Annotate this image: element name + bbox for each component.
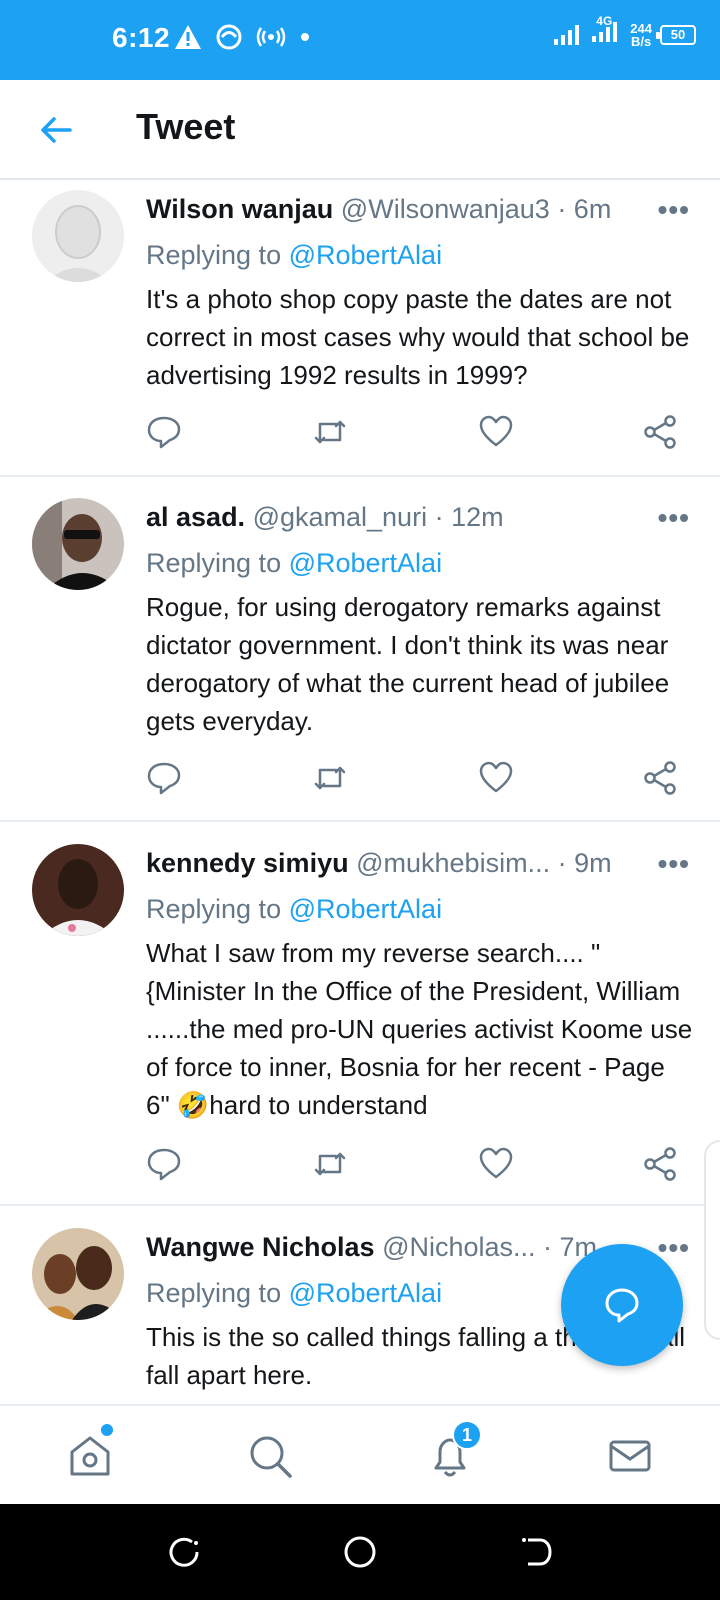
share-icon[interactable] [642, 1146, 678, 1182]
avatar[interactable] [32, 1228, 124, 1320]
compose-reply-icon [605, 1288, 639, 1323]
replying-to-label: Replying to [146, 1278, 289, 1308]
tweet-header: Wilson wanjau @Wilsonwanjau3 · 6m [146, 194, 700, 230]
tweet-header: al asad. @gkamal_nuri · 12m [146, 502, 700, 538]
more-options-icon[interactable]: ••• [658, 848, 690, 880]
mail-icon[interactable] [606, 1432, 654, 1480]
retweet-icon[interactable] [312, 1146, 348, 1182]
status-time: 6:12 [112, 22, 171, 53]
battery-level: 50 [670, 27, 686, 42]
tweet-time: · 9m [557, 848, 612, 878]
user-handle[interactable]: @mukhebisim... [356, 848, 550, 878]
page-title: Tweet [136, 106, 236, 147]
system-nav-bar [0, 1504, 720, 1600]
bottom-nav: 1 [0, 1404, 720, 1504]
app-notification-icon [216, 24, 242, 50]
tweet-reply[interactable]: kennedy simiyu @mukhebisim... · 9m ••• R… [0, 836, 720, 1206]
network-speed-value: 244 [630, 20, 652, 36]
reply-icon[interactable] [146, 414, 182, 450]
mention-link[interactable]: @RobertAlai [289, 548, 442, 578]
heart-icon[interactable] [478, 414, 514, 450]
display-name[interactable]: Wilson wanjau [146, 194, 333, 224]
hotspot-icon [256, 27, 286, 47]
heart-icon[interactable] [478, 1146, 514, 1182]
tweet-text: Rogue, for using derogatory remarks agai… [146, 592, 670, 736]
tweet-actions [146, 414, 686, 454]
display-name[interactable]: Wangwe Nicholas [146, 1232, 375, 1262]
avatar[interactable] [32, 844, 124, 936]
replying-to-label: Replying to [146, 548, 289, 578]
compose-reply-button[interactable] [561, 1244, 683, 1366]
tweet-actions [146, 760, 686, 800]
tweet-actions [146, 1146, 686, 1186]
more-options-icon[interactable]: ••• [658, 194, 690, 226]
network-speed-unit: B/s [631, 33, 652, 49]
share-icon[interactable] [642, 414, 678, 450]
reply-icon[interactable] [146, 760, 182, 796]
retweet-icon[interactable] [312, 414, 348, 450]
retweet-icon[interactable] [312, 760, 348, 796]
more-notifications-dot-icon [301, 33, 309, 41]
status-notification-icons [174, 24, 310, 50]
tweet-reply[interactable]: al asad. @gkamal_nuri · 12m ••• Replying… [0, 490, 720, 822]
home-new-dot [101, 1424, 113, 1436]
back-nav-icon[interactable] [518, 1534, 554, 1570]
tweet-text: It's a photo shop copy paste the dates a… [146, 284, 690, 390]
home-circle-icon[interactable] [342, 1534, 378, 1570]
signal-icon [554, 24, 580, 45]
avatar[interactable] [32, 498, 124, 590]
battery-icon: 50 [656, 24, 696, 45]
tweet-text: What I saw from my reverse search.... " … [146, 938, 693, 1120]
replying-to: Replying to @RobertAlai [146, 1278, 442, 1309]
display-name[interactable]: al asad. [146, 502, 245, 532]
heart-icon[interactable] [478, 760, 514, 796]
share-icon[interactable] [642, 760, 678, 796]
status-system-icons: 4G 244 B/s 50 [554, 14, 696, 49]
replying-to-label: Replying to [146, 894, 289, 924]
reply-icon[interactable] [146, 1146, 182, 1182]
tweet-reply[interactable]: Wilson wanjau @Wilsonwanjau3 · 6m ••• Re… [0, 182, 720, 477]
network-type: 4G [596, 14, 613, 28]
back-arrow-icon[interactable] [36, 110, 76, 150]
warning-icon [175, 25, 201, 49]
network-speed: 244 B/s [630, 22, 652, 48]
mention-link[interactable]: @RobertAlai [289, 240, 442, 270]
avatar[interactable] [32, 190, 124, 282]
scroll-indicator[interactable] [704, 1140, 720, 1340]
replying-to: Replying to @RobertAlai [146, 240, 442, 271]
home-icon[interactable] [66, 1432, 114, 1480]
display-name[interactable]: kennedy simiyu [146, 848, 349, 878]
replying-to-label: Replying to [146, 240, 289, 270]
replying-to: Replying to @RobertAlai [146, 548, 442, 579]
tweet-header: kennedy simiyu @mukhebisim... · 9m [146, 848, 700, 884]
notifications-badge: 1 [452, 1420, 482, 1450]
replying-to: Replying to @RobertAlai [146, 894, 442, 925]
mention-link[interactable]: @RobertAlai [289, 1278, 442, 1308]
user-handle[interactable]: @Nicholas... [382, 1232, 535, 1262]
tweet-time: · 12m [434, 502, 504, 532]
app-header: Tweet [0, 80, 720, 180]
tweet-time: · 6m [557, 194, 612, 224]
user-handle[interactable]: @Wilsonwanjau3 [341, 194, 550, 224]
user-handle[interactable]: @gkamal_nuri [253, 502, 428, 532]
signal-4g: 4G [592, 14, 622, 49]
more-options-icon[interactable]: ••• [658, 502, 690, 534]
search-icon[interactable] [246, 1432, 294, 1480]
recents-icon[interactable] [166, 1534, 202, 1570]
status-bar: 6:12 4G 244 B/s 50 [0, 0, 720, 80]
mention-link[interactable]: @RobertAlai [289, 894, 442, 924]
